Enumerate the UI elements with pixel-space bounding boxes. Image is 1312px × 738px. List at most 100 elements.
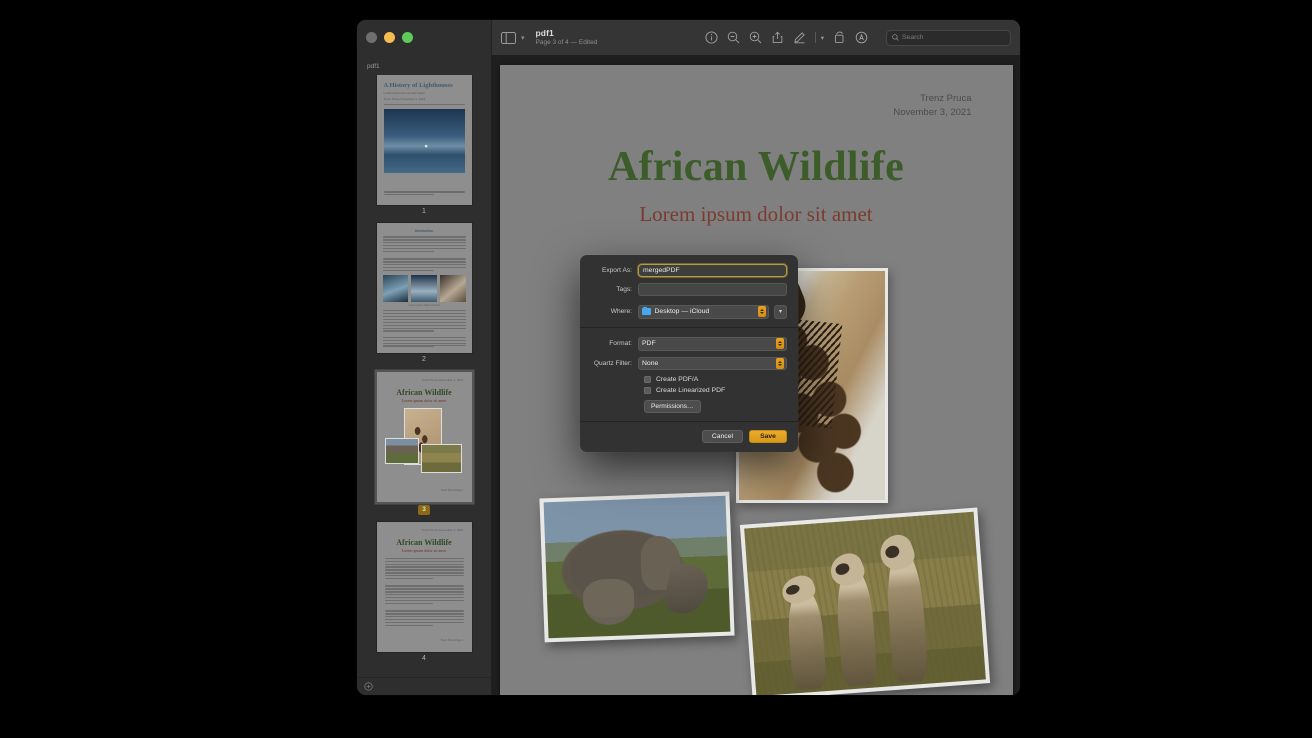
thumb1-heading: A History of Lighthouses <box>383 82 453 89</box>
thumbnail-item-1[interactable]: A History of Lighthouses Lorem ipsum dol… <box>357 75 491 216</box>
sidebar-chevron-down-icon[interactable]: ▾ <box>521 34 525 42</box>
document-subtitle: Page 3 of 4 — Edited <box>535 39 598 47</box>
export-as-value: mergedPDF <box>643 267 680 274</box>
document-heading: African Wildlife <box>607 144 905 190</box>
export-as-label: Export As: <box>601 267 632 274</box>
elephant-calf-shape <box>582 578 635 618</box>
where-popup-button[interactable]: Desktop — iCloud <box>638 305 769 319</box>
thumb3-byline: Trenz Pruca November 3, 2021 <box>421 377 464 382</box>
thumb2-image-3 <box>439 275 466 303</box>
thumbnail-item-2[interactable]: Introduction Lorem ipsum dolor sit amet … <box>357 223 491 364</box>
thumb1-byline: Trenz Pruca November 3, 2021 <box>383 97 426 101</box>
dialog-button-bar: Cancel Save <box>580 422 798 452</box>
thumbnail-page-number-4: 4 <box>422 654 426 662</box>
create-linearized-row[interactable]: Create Linearized PDF <box>591 387 787 394</box>
minimize-button[interactable] <box>384 32 395 43</box>
document-title-block: pdf1 Page 3 of 4 — Edited <box>535 28 598 47</box>
thumb2-caption: Lorem ipsum dolor sit amet <box>408 304 440 308</box>
thumbnail-item-3[interactable]: Trenz Pruca November 3, 2021 African Wil… <box>357 371 491 515</box>
tags-input[interactable] <box>638 283 787 296</box>
annotate-icon[interactable] <box>855 31 868 44</box>
create-pdfa-label: Create PDF/A <box>656 376 699 383</box>
page-thumbnail-4[interactable]: Trenz Pruca November 3, 2021 African Wil… <box>376 521 472 652</box>
quartz-filter-row: Quartz Filter: None <box>591 356 787 370</box>
thumbnail-page-number-1: 1 <box>422 208 426 215</box>
meerkat-image <box>743 511 986 695</box>
window-titlebar: ▾ pdf1 Page 3 of 4 — Edited ▾ Search <box>357 20 1020 55</box>
thumb3-subheading: Lorem ipsum dolor sit amet <box>401 397 447 403</box>
meerkat-shape-2 <box>834 566 878 687</box>
quartz-filter-value: None <box>642 359 659 367</box>
format-value: PDF <box>642 340 656 348</box>
save-button[interactable]: Save <box>749 429 787 443</box>
thumbnail-page-number-2: 2 <box>422 356 426 364</box>
thumb2-image-1 <box>382 275 409 303</box>
close-button[interactable] <box>366 32 377 43</box>
thumb3-image-meerkat <box>420 443 462 473</box>
page-thumbnail-2[interactable]: Introduction Lorem ipsum dolor sit amet <box>376 223 472 354</box>
page-thumbnail-1[interactable]: A History of Lighthouses Lorem ipsum dol… <box>376 75 472 205</box>
elephant-photo <box>538 491 735 643</box>
titlebar-right: ▾ pdf1 Page 3 of 4 — Edited ▾ Search <box>492 20 1020 55</box>
elephant-image <box>543 495 730 639</box>
thumbnail-sidebar: pdf1 A History of Lighthouses Lorem ipsu… <box>357 55 492 695</box>
markup-chevron-down-icon[interactable]: ▾ <box>821 34 824 42</box>
where-label: Where: <box>610 308 632 316</box>
page-thumbnail-3[interactable]: Trenz Pruca November 3, 2021 African Wil… <box>376 371 472 502</box>
quartz-filter-stepper-icon[interactable] <box>776 357 784 369</box>
thumb3-heading: African Wildlife <box>396 387 452 397</box>
cancel-button[interactable]: Cancel <box>701 429 743 443</box>
export-as-row: Export As: mergedPDF <box>591 264 787 277</box>
format-row: Format: PDF <box>591 337 787 351</box>
thumb1-image-lighthouse <box>383 109 465 174</box>
thumb4-heading: African Wildlife <box>396 537 452 547</box>
document-subheading: Lorem ipsum dolor sit amet <box>639 202 873 226</box>
export-save-dialog: Export As: mergedPDF Tags: Where: Deskto… <box>580 255 798 452</box>
toolbar-divider <box>815 32 816 43</box>
info-icon[interactable] <box>705 31 718 44</box>
format-popup-button[interactable]: PDF <box>638 337 787 351</box>
expand-browser-chevron-down-icon[interactable]: ▾ <box>774 305 787 319</box>
create-linearized-checkbox[interactable] <box>644 387 651 394</box>
thumbnail-item-4[interactable]: Trenz Pruca November 3, 2021 African Wil… <box>357 521 491 663</box>
document-date: November 3, 2021 <box>893 106 972 118</box>
zoom-button[interactable] <box>402 32 413 43</box>
export-as-input[interactable]: mergedPDF <box>638 264 787 277</box>
where-row: Where: Desktop — iCloud ▾ <box>591 305 787 319</box>
search-input[interactable]: Search <box>886 29 1011 46</box>
quartz-filter-popup-button[interactable]: None <box>638 356 787 370</box>
zoom-in-icon[interactable] <box>749 31 762 44</box>
zoom-out-icon[interactable] <box>727 31 740 44</box>
dialog-top-section: Export As: mergedPDF Tags: Where: Deskto… <box>580 255 798 327</box>
tags-label: Tags: <box>616 286 632 293</box>
document-author: Trenz Pruca <box>920 93 972 104</box>
rotate-icon[interactable] <box>833 31 846 44</box>
create-pdfa-checkbox[interactable] <box>644 376 651 383</box>
quartz-filter-label: Quartz Filter: <box>593 359 632 367</box>
titlebar-left <box>357 20 492 55</box>
meerkat-photo <box>739 507 990 695</box>
where-stepper-icon[interactable] <box>758 306 766 318</box>
thumb2-image-2 <box>411 275 437 303</box>
sidebar-toggle-icon[interactable] <box>500 31 517 45</box>
thumb4-subheading: Lorem ipsum dolor sit amet <box>401 547 447 553</box>
dialog-options-section: Format: PDF Quartz Filter: None Create P… <box>580 327 798 421</box>
search-placeholder: Search <box>902 34 924 41</box>
format-label: Format: <box>609 340 632 348</box>
tags-row: Tags: <box>591 283 787 296</box>
thumbnail-list[interactable]: A History of Lighthouses Lorem ipsum dol… <box>357 75 491 677</box>
create-pdfa-row[interactable]: Create PDF/A <box>591 376 787 383</box>
thumb4-byline: Trenz Pruca November 3, 2021 <box>421 527 464 532</box>
create-linearized-label: Create Linearized PDF <box>656 387 726 394</box>
thumb1-subheading: Lorem ipsum dolor sit amet fugiat <box>383 91 425 95</box>
toolbar-tools: ▾ Search <box>705 29 1011 46</box>
add-page-icon[interactable] <box>364 682 373 691</box>
thumb3-image-elephant <box>384 437 419 464</box>
sidebar-bottom-bar <box>357 677 491 695</box>
meerkat-shape-3 <box>883 549 928 683</box>
markup-pen-icon[interactable] <box>793 31 806 44</box>
permissions-button[interactable]: Permissions… <box>644 400 701 413</box>
share-icon[interactable] <box>771 31 784 44</box>
meerkat-shape-1 <box>785 587 827 691</box>
format-stepper-icon[interactable] <box>776 338 784 350</box>
